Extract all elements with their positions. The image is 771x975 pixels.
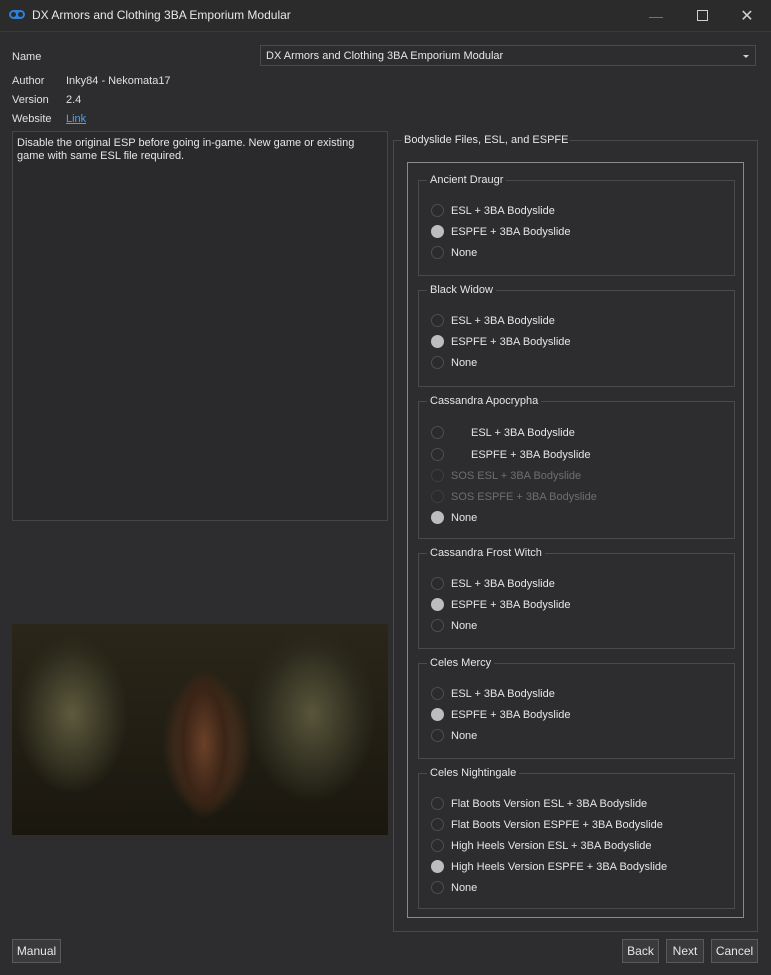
preview-image <box>12 624 388 835</box>
next-button[interactable]: Next <box>666 939 704 963</box>
radio-option-label: SOS ESPFE + 3BA Bodyslide <box>451 491 597 503</box>
radio-checked-icon[interactable] <box>431 335 444 348</box>
name-label: Name <box>12 51 42 63</box>
radio-option-label: SOS ESL + 3BA Bodyslide <box>451 470 582 482</box>
radio-option-label: ESPFE + 3BA Bodyslide <box>451 226 571 238</box>
option-group-title: Celes Mercy <box>427 657 495 670</box>
radio-option-label: ESPFE + 3BA Bodyslide <box>451 336 571 348</box>
radio-unchecked-icon[interactable] <box>431 356 444 369</box>
radio-option-label: None <box>451 730 478 742</box>
radio-option-label: ESL + 3BA Bodyslide <box>451 205 555 217</box>
radio-option-label: High Heels Version ESL + 3BA Bodyslide <box>451 840 652 852</box>
radio-option-label: ESPFE + 3BA Bodyslide <box>451 709 571 721</box>
radio-option-label: ESPFE + 3BA Bodyslide <box>471 449 591 461</box>
option-group-title: Cassandra Apocrypha <box>427 395 542 408</box>
maximize-button[interactable] <box>679 0 725 31</box>
radio-option-label: ESL + 3BA Bodyslide <box>471 427 575 439</box>
version-value: 2.4 <box>66 94 82 106</box>
version-label: Version <box>12 94 49 106</box>
radio-option-label: ESPFE + 3BA Bodyslide <box>451 599 571 611</box>
manual-button[interactable]: Manual <box>12 939 61 963</box>
radio-unchecked-icon[interactable] <box>431 426 444 439</box>
radio-unchecked-icon[interactable] <box>431 619 444 632</box>
radio-unchecked-icon[interactable] <box>431 204 444 217</box>
radio-option-label: None <box>451 620 478 632</box>
radio-unchecked-icon[interactable] <box>431 687 444 700</box>
options-group-title: Bodyslide Files, ESL, and ESPFE <box>402 134 571 146</box>
radio-option-label: Flat Boots Version ESPFE + 3BA Bodyslide <box>451 819 663 831</box>
author-label: Author <box>12 75 45 87</box>
window-title: DX Armors and Clothing 3BA Emporium Modu… <box>32 8 291 22</box>
radio-unchecked-icon <box>431 469 444 482</box>
cancel-button[interactable]: Cancel <box>711 939 758 963</box>
maximize-icon <box>696 10 708 21</box>
radio-unchecked-icon[interactable] <box>431 577 444 590</box>
option-group-title: Black Widow <box>427 284 496 297</box>
radio-unchecked-icon[interactable] <box>431 839 444 852</box>
radio-option-label: ESL + 3BA Bodyslide <box>451 688 555 700</box>
radio-option-label: None <box>451 512 478 524</box>
radio-unchecked-icon[interactable] <box>431 729 444 742</box>
option-group-title: Celes Nightingale <box>427 767 520 780</box>
name-dropdown-value: DX Armors and Clothing 3BA Emporium Modu… <box>266 50 504 62</box>
radio-checked-icon[interactable] <box>431 511 444 524</box>
radio-unchecked-icon[interactable] <box>431 246 444 259</box>
radio-option-label: ESL + 3BA Bodyslide <box>451 315 555 327</box>
radio-unchecked-icon[interactable] <box>431 448 444 461</box>
radio-option-label: ESL + 3BA Bodyslide <box>451 578 555 590</box>
title-bar: DX Armors and Clothing 3BA Emporium Modu… <box>0 0 771 32</box>
app-icon <box>9 10 25 19</box>
radio-option-label: None <box>451 882 478 894</box>
radio-option-label: Flat Boots Version ESL + 3BA Bodyslide <box>451 798 648 810</box>
website-link[interactable]: Link <box>66 113 86 125</box>
author-value: Inky84 - Nekomata17 <box>66 75 171 87</box>
website-label: Website <box>12 113 52 125</box>
radio-checked-icon[interactable] <box>431 598 444 611</box>
radio-unchecked-icon <box>431 490 444 503</box>
preview-figure <box>162 644 247 835</box>
radio-unchecked-icon[interactable] <box>431 881 444 894</box>
radio-unchecked-icon[interactable] <box>431 314 444 327</box>
radio-checked-icon[interactable] <box>431 708 444 721</box>
radio-checked-icon[interactable] <box>431 860 444 873</box>
minimize-button[interactable]: — <box>633 0 679 31</box>
radio-checked-icon[interactable] <box>431 225 444 238</box>
description-box[interactable]: Disable the original ESP before going in… <box>12 131 388 521</box>
radio-option-label: High Heels Version ESPFE + 3BA Bodyslide <box>451 861 668 873</box>
option-group-title: Cassandra Frost Witch <box>427 547 545 560</box>
option-group-title: Ancient Draugr <box>427 174 507 187</box>
radio-unchecked-icon[interactable] <box>431 797 444 810</box>
back-button[interactable]: Back <box>622 939 659 963</box>
radio-option-label: None <box>451 247 478 259</box>
close-button[interactable]: ✕ <box>724 0 770 31</box>
name-dropdown[interactable]: DX Armors and Clothing 3BA Emporium Modu… <box>260 45 756 66</box>
chevron-down-icon <box>743 55 749 58</box>
radio-option-label: None <box>451 357 478 369</box>
radio-unchecked-icon[interactable] <box>431 818 444 831</box>
